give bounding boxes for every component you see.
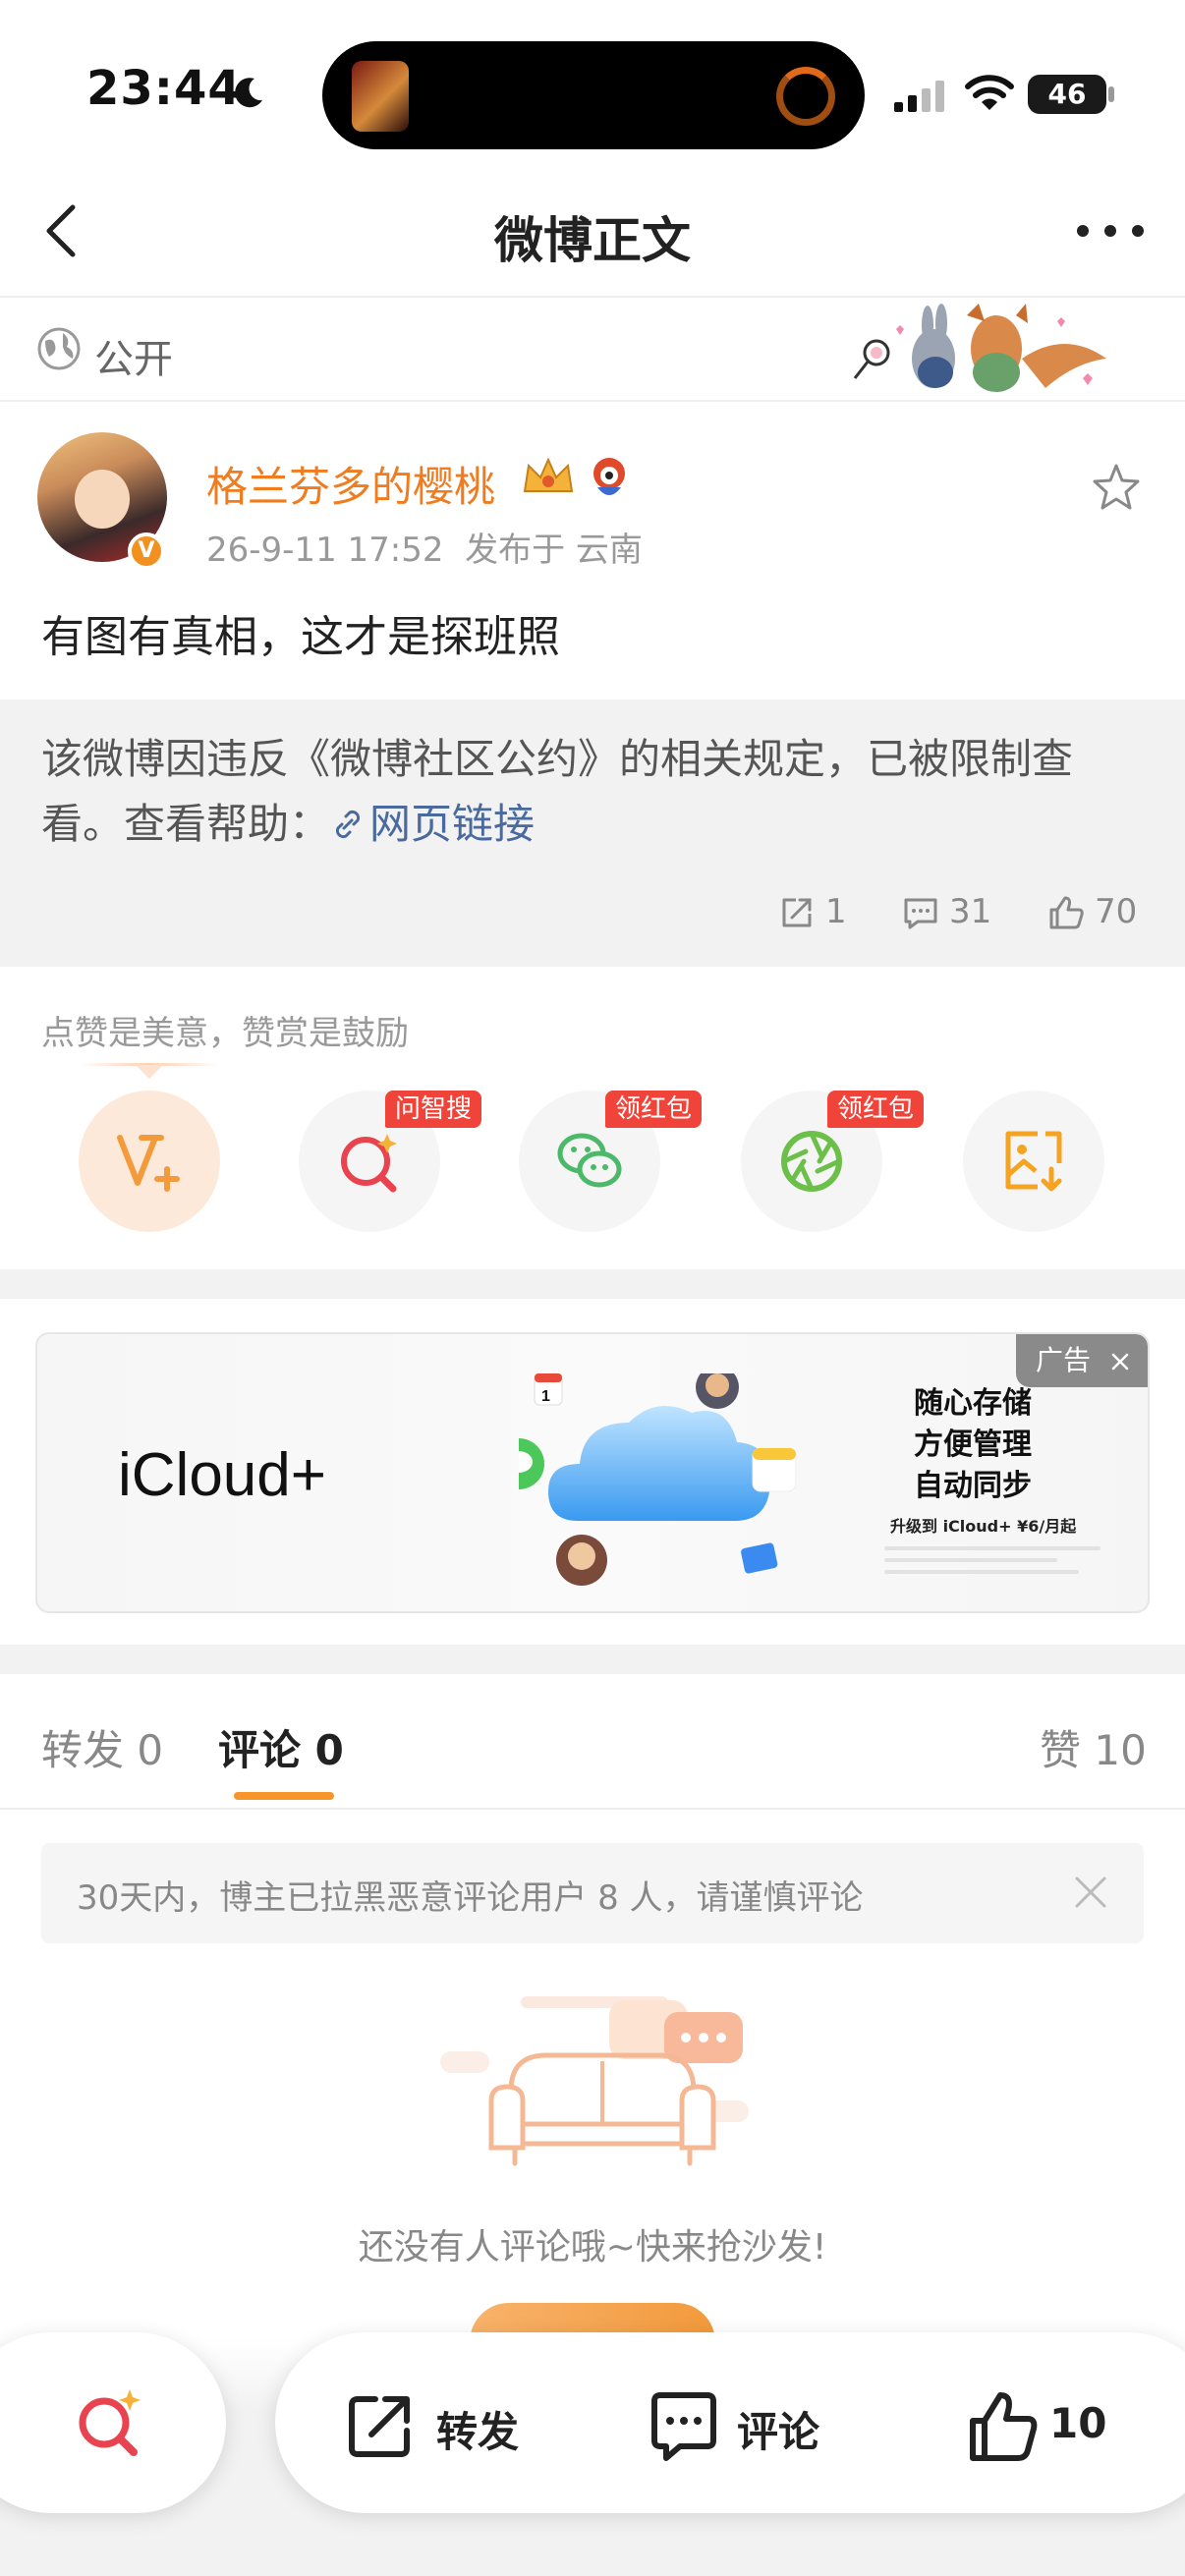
tab-count: 0: [314, 1726, 344, 1774]
link-icon: [335, 810, 361, 839]
visibility-row: 公开: [0, 300, 1185, 402]
repost-button[interactable]: 转发: [342, 2389, 538, 2460]
repost-count-value: 1: [825, 892, 847, 931]
repost-icon: [349, 2396, 410, 2457]
wifi-icon: [965, 75, 1014, 110]
repost-label: 转发: [436, 2408, 520, 2456]
close-icon[interactable]: [1073, 1875, 1108, 1910]
cellular-signal-icon: [894, 81, 944, 112]
more-options-icon[interactable]: [1075, 213, 1146, 249]
media-thumbnail: [352, 61, 409, 132]
like-count-label: 10: [1049, 2399, 1107, 2447]
reward-button[interactable]: [79, 1091, 220, 1232]
restricted-notice: 该微博因违反《微博社区公约》的相关规定，已被限制查看。查看帮助： 网页链接: [41, 727, 1146, 857]
notice-text: 30天内，博主已拉黑恶意评论用户 8 人，请谨慎评论: [77, 1878, 864, 1918]
empty-comments-text: 还没有人评论哦~快来抢沙发!: [358, 2227, 827, 2268]
ad-subtitle: 升级到 iCloud+ ¥6/月起: [890, 1517, 1077, 1536]
ad-brand: iCloud+: [118, 1441, 326, 1509]
close-icon: [1111, 1353, 1129, 1371]
aperture-icon: [781, 1131, 842, 1192]
section-separator: [0, 1645, 1185, 1674]
tab-indicator: [234, 1792, 334, 1800]
reward-tip: 点赞是美意，赞赏是鼓励: [41, 1014, 409, 1053]
wechat-icon: [557, 1133, 622, 1188]
help-link-label: 网页链接: [369, 800, 536, 848]
ad-close-button[interactable]: 广告: [1016, 1334, 1148, 1387]
like-button[interactable]: 10: [967, 2389, 1163, 2461]
page-title: 微博正文: [494, 212, 691, 269]
globe-icon: [37, 327, 81, 370]
post-meta: 26-9-11 17:52 发布于 云南: [206, 523, 643, 571]
tab-label: 赞: [1040, 1726, 1082, 1774]
status-time: 23:44: [86, 61, 242, 116]
thumbs-up-icon: [970, 2392, 1038, 2461]
visibility-label: 公开: [94, 337, 173, 382]
comment-icon: [904, 898, 937, 929]
ai-search-icon: [341, 1134, 397, 1193]
wechat-red-packet-tag: 领红包: [605, 1091, 703, 1128]
progress-ring-icon: [776, 67, 835, 126]
tab-comments[interactable]: 评论 0: [218, 1717, 344, 1777]
section-separator: [0, 1269, 1185, 1299]
post-time: 26-9-11 17:52: [206, 531, 444, 570]
tab-label: 评论: [218, 1726, 302, 1774]
author-name[interactable]: 格兰芬多的樱桃: [206, 454, 495, 514]
action-bar: 转发 评论 10: [275, 2332, 1185, 2513]
crown-badge-icon: [523, 457, 574, 492]
tab-reposts[interactable]: 转发 0: [41, 1717, 163, 1777]
ad-slogan-line: 随心存储: [914, 1386, 1032, 1421]
empty-sofa-illustration: [440, 1996, 749, 2166]
comment-button[interactable]: 评论: [647, 2389, 843, 2461]
tab-count: 0: [137, 1726, 164, 1774]
post-location: 发布于 云南: [465, 531, 643, 570]
interaction-tabs: 转发 0 评论 0 赞 10: [0, 1676, 1185, 1810]
verified-badge-icon: V: [128, 532, 165, 570]
ai-search-floating-button[interactable]: [0, 2332, 226, 2513]
comment-label: 评论: [737, 2408, 820, 2456]
comment-icon: [651, 2392, 716, 2461]
tab-likes[interactable]: 赞 10: [1040, 1717, 1147, 1777]
tab-label: 转发: [41, 1726, 125, 1774]
ad-fine-print: [884, 1546, 1100, 1586]
battery-cap: [1108, 86, 1114, 102]
reward-caret: [136, 1065, 163, 1079]
restricted-notice-panel: 该微博因违反《微博社区公约》的相关规定，已被限制查看。查看帮助： 网页链接 1 3…: [0, 700, 1185, 967]
moon-icon: [235, 78, 262, 108]
ad-slogan: 随心存储 方便管理 自动同步: [914, 1383, 1032, 1507]
ai-search-icon: [79, 2389, 141, 2456]
post-text: 有图有真相，这才是探班照: [41, 612, 560, 662]
thumbs-up-icon: [1049, 896, 1084, 929]
save-image-icon: [1005, 1131, 1062, 1192]
help-link[interactable]: 网页链接: [330, 800, 535, 848]
restricted-message: 该微博因违反《微博社区公约》的相关规定，已被限制查看。查看帮助：: [41, 735, 1074, 848]
favorite-star-icon[interactable]: [1089, 460, 1144, 515]
repost-icon: [782, 898, 812, 927]
ad-tag-label: 广告: [1036, 1344, 1092, 1376]
mascot-badge-icon: [593, 458, 625, 495]
comment-notice: 30天内，博主已拉黑恶意评论用户 8 人，请谨慎评论: [41, 1843, 1144, 1943]
ai-search-tag: 问智搜: [385, 1091, 482, 1128]
status-bar: 23:44 46: [0, 0, 1185, 172]
calendar-day: 1: [541, 1388, 550, 1405]
moments-red-packet-tag: 领红包: [827, 1091, 925, 1128]
ad-slogan-line: 方便管理: [914, 1428, 1032, 1462]
comment-count-value: 31: [949, 892, 992, 931]
ad-banner[interactable]: iCloud+ 1 随心存储 方便管理 自动同步 升级到 iCloud+ ¥6/…: [35, 1332, 1150, 1613]
navigation-bar: 微博正文: [0, 172, 1185, 298]
like-count-value: 70: [1095, 892, 1138, 931]
tab-count: 10: [1094, 1726, 1147, 1774]
battery-indicator: 46: [1028, 75, 1106, 114]
save-image-button[interactable]: [963, 1091, 1104, 1232]
ad-slogan-line: 自动同步: [914, 1469, 1032, 1503]
icloud-illustration: 1: [519, 1373, 797, 1586]
cartoon-sticker-image: [853, 304, 1106, 392]
avatar-face: [75, 470, 130, 529]
v-plus-icon: [117, 1135, 180, 1192]
dynamic-island: [322, 41, 865, 149]
